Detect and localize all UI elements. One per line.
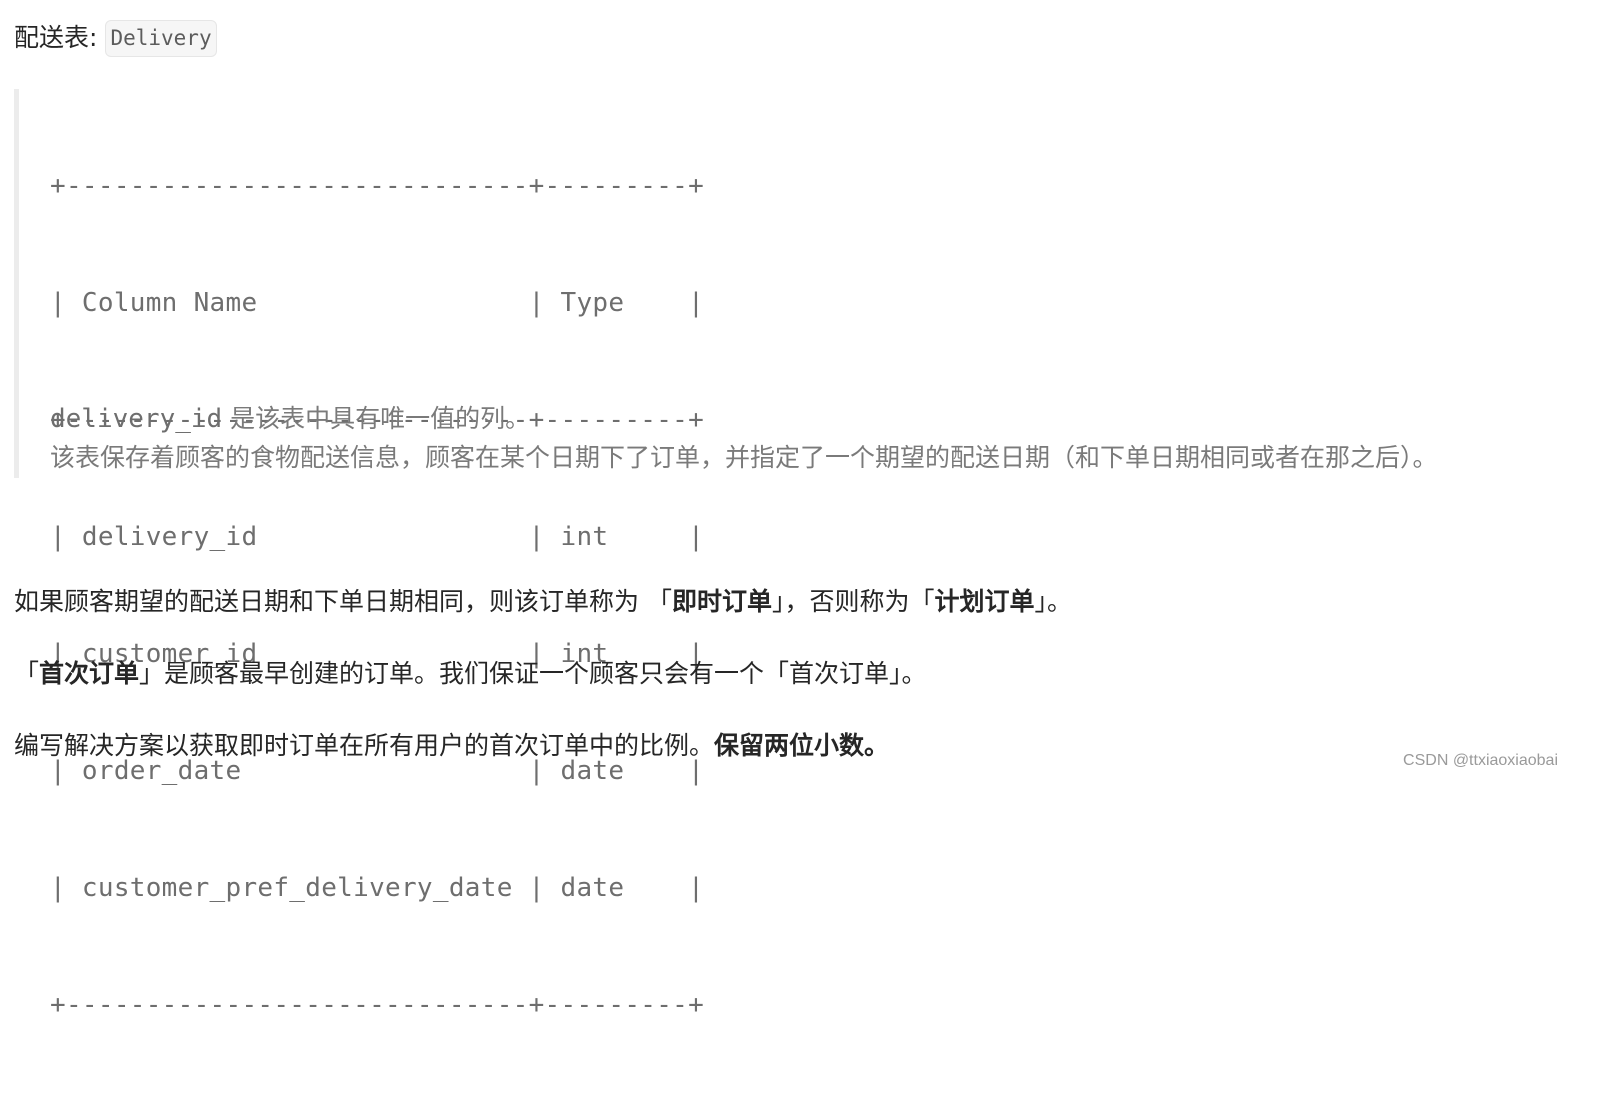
text-segment: 编写解决方案以获取即时订单在所有用户的首次订单中的比例。 bbox=[14, 731, 715, 760]
table-border-top: +-----------------------------+---------… bbox=[50, 171, 705, 201]
table-row: | delivery_id | int | bbox=[50, 522, 705, 552]
text-segment: 如果顾客期望的配送日期和下单日期相同，则该订单称为 「 bbox=[14, 587, 672, 616]
text-segment: 」，否则称为「 bbox=[771, 587, 935, 616]
first-order-term: 首次订单 bbox=[39, 659, 140, 688]
table-border-bottom: +-----------------------------+---------… bbox=[50, 990, 705, 1020]
primary-key-name: delivery_id bbox=[50, 404, 223, 434]
primary-key-note-text: 是该表中具有唯一值的列。 bbox=[222, 404, 531, 433]
table-row: | customer_pref_delivery_date | date | bbox=[50, 873, 705, 903]
watermark: CSDN @ttxiaoxiaobai bbox=[1403, 752, 1558, 769]
table-name-code: Delivery bbox=[105, 19, 217, 57]
order-definition-paragraph: 如果顾客期望的配送日期和下单日期相同，则该订单称为 「即时订单」，否则称为「计划… bbox=[14, 582, 1072, 622]
scheduled-order-term: 计划订单 bbox=[934, 587, 1035, 616]
text-segment: 」是顾客最早创建的订单。我们保证一个顾客只会有一个「首次订单」。 bbox=[139, 659, 927, 688]
table-description: 该表保存着顾客的食物配送信息，顾客在某个日期下了订单，并指定了一个期望的配送日期… bbox=[50, 443, 1438, 472]
rounding-requirement: 保留两位小数。 bbox=[714, 731, 890, 760]
table-heading: 配送表: Delivery bbox=[14, 18, 217, 58]
table-heading-label: 配送表: bbox=[14, 23, 98, 52]
table-header-row: | Column Name | Type | bbox=[50, 288, 705, 318]
task-paragraph: 编写解决方案以获取即时订单在所有用户的首次订单中的比例。保留两位小数。 bbox=[14, 726, 889, 766]
immediate-order-term: 即时订单 bbox=[671, 587, 772, 616]
text-segment: 「 bbox=[14, 659, 40, 688]
text-segment: 」。 bbox=[1034, 587, 1073, 616]
first-order-paragraph: 「首次订单」是顾客最早创建的订单。我们保证一个顾客只会有一个「首次订单」。 bbox=[14, 654, 927, 694]
schema-blockquote: +-----------------------------+---------… bbox=[14, 89, 1604, 1020]
primary-key-note: delivery_id 是该表中具有唯一值的列。 bbox=[50, 399, 530, 439]
